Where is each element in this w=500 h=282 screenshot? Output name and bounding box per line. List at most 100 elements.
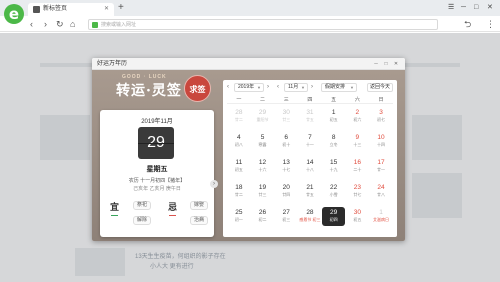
dialog-close-button[interactable]: ✕ [392,60,400,68]
lunar-label: 廿八 [377,192,386,197]
date-cell[interactable]: 7 十一 [298,132,322,151]
date-cell[interactable]: 28 廿二 [227,107,251,126]
date-cell[interactable]: 1 艾滋病日 [369,207,393,226]
page-icon [33,6,40,13]
address-bar[interactable] [88,19,438,30]
date-cell[interactable]: 30 廿三 [274,107,298,126]
date-number: 6 [284,134,289,141]
date-cell[interactable]: 21 廿五 [298,182,322,201]
card-year-month: 2019年11月 [141,119,173,125]
holiday-select[interactable]: 假期安排 ▼ [321,83,357,92]
card-lunar-date: 农历 十一月初四【猪年】 [128,178,186,184]
home-button[interactable]: ⌂ [70,18,75,30]
card-weekday: 星期五 [146,166,168,173]
lunar-label: 寒露 [258,142,267,147]
lunar-label: 艾滋病日 [373,217,390,222]
navigation-bar: ‹ › ↻ ⌂ ⮌ ⋮ [0,16,500,32]
date-cell[interactable]: 1 初五 [322,107,346,126]
close-window-button[interactable]: ✕ [487,2,493,13]
date-cell[interactable]: 19 廿三 [251,182,275,201]
date-cell[interactable]: 9 十三 [346,132,370,151]
maximize-button[interactable]: □ [474,2,478,13]
tab-bar: e 新标签页 ✕ + ☰ ─ □ ✕ [0,0,500,24]
lunar-label: 初六 [353,117,362,122]
date-number: 9 [355,134,360,141]
date-cell[interactable]: 24 廿八 [369,182,393,201]
weekday-header: 一 二 三 四 五 六 日 [227,96,393,104]
lunar-label: 十一 [305,142,314,147]
new-tab-button[interactable]: + [118,2,124,14]
date-number: 28 [235,109,243,116]
lunar-label: 十六 [258,167,267,172]
date-cell[interactable]: 25 初一 [227,207,251,226]
date-number: 26 [258,209,267,216]
date-cell[interactable]: 13 十七 [274,157,298,176]
back-to-today-button[interactable]: 返回今天 [367,83,393,92]
lunar-label: 廿二 [234,192,243,197]
date-cell[interactable]: 30 初五 [346,207,370,226]
dialog-body: GOOD · LUCK 转运·灵签 求签 2019年11月 29 星期五 农历 … [92,70,405,241]
date-cell[interactable]: 3 初七 [369,107,393,126]
next-day-arrow-icon[interactable]: › [210,180,218,188]
prev-month-icon[interactable]: ‹ [277,83,279,92]
lunar-label: 十七 [282,167,291,172]
month-select[interactable]: 11月 ▼ [284,83,308,92]
forward-button[interactable]: › [44,18,47,30]
next-month-icon[interactable]: › [311,83,313,92]
date-cell[interactable]: 28 感恩节 初三 [298,207,322,226]
address-input[interactable] [101,20,421,29]
tab-close-icon[interactable]: ✕ [104,5,109,14]
date-cell[interactable]: 8 立冬 [322,132,346,151]
banner-tagline: GOOD · LUCK [122,74,167,80]
date-cell[interactable]: 22 小雪 [322,182,346,201]
calendar-dialog: 好运万年历 ─ □ ✕ GOOD · LUCK 转运·灵签 求签 2019年11… [92,58,405,241]
date-cell[interactable]: 11 初五 [227,157,251,176]
date-number: 12 [258,159,267,166]
lunar-label: 初八 [234,142,243,147]
tab-title: 新标签页 [43,6,68,12]
date-cell[interactable]: 6 初十 [274,132,298,151]
date-cell[interactable]: 27 初三 [274,207,298,226]
lunar-label: 初五 [353,217,362,222]
date-cell[interactable]: 18 廿二 [227,182,251,201]
main-menu-button[interactable]: ⋮ [486,18,495,30]
date-cell[interactable]: 23 廿七 [346,182,370,201]
yi-item: 解除 [133,216,152,225]
date-cell[interactable]: 26 初二 [251,207,275,226]
date-cell[interactable]: 16 二十 [346,157,370,176]
draw-lot-button[interactable]: 求签 [184,75,211,102]
next-month-icon[interactable]: › [267,83,269,92]
lunar-label: 廿三 [282,117,291,122]
back-button[interactable]: ‹ [30,18,33,30]
lunar-label: 立冬 [329,142,338,147]
banner-title[interactable]: 转运·灵签 [116,83,182,99]
dialog-maximize-button[interactable]: □ [382,60,390,68]
menu-icon[interactable]: ☰ [448,2,454,13]
lunar-label: 初一 [234,217,243,222]
date-cell[interactable]: 2 初六 [346,107,370,126]
tab-new-tab[interactable]: 新标签页 ✕ [28,3,114,16]
date-cell[interactable]: 12 十六 [251,157,275,176]
date-number: 23 [353,184,361,191]
date-cell[interactable]: 5 寒露 [251,132,275,151]
prev-month-icon[interactable]: ‹ [227,83,229,92]
date-cell[interactable]: 17 廿一 [369,157,393,176]
date-cell[interactable]: 29 重阳节 [251,107,275,126]
date-cell[interactable]: 14 十八 [298,157,322,176]
browser-logo[interactable]: e [4,4,24,24]
date-cell[interactable]: 31 廿五 [298,107,322,126]
date-cell-selected[interactable]: 29 初四 [321,207,346,226]
date-cell[interactable]: 10 十四 [369,132,393,151]
dialog-minimize-button[interactable]: ─ [372,60,380,68]
reload-button[interactable]: ↻ [56,18,64,30]
ji-label: 忌 [168,202,178,216]
month-panel: ‹ 2019年 ▼ › ‹ 11月 ▼ › 假期安排 ▼ 返回今天 一 二 三 四 五… [223,80,397,237]
date-cell[interactable]: 20 廿四 [274,182,298,201]
undo-close-button[interactable]: ⮌ [464,18,471,30]
date-cell[interactable]: 4 初八 [227,132,251,151]
month-value: 11月 [288,84,299,90]
date-cell[interactable]: 15 十九 [322,157,346,176]
year-select[interactable]: 2019年 ▼ [234,83,264,92]
yi-item: 祭祀 [133,201,152,210]
minimize-button[interactable]: ─ [461,2,466,13]
